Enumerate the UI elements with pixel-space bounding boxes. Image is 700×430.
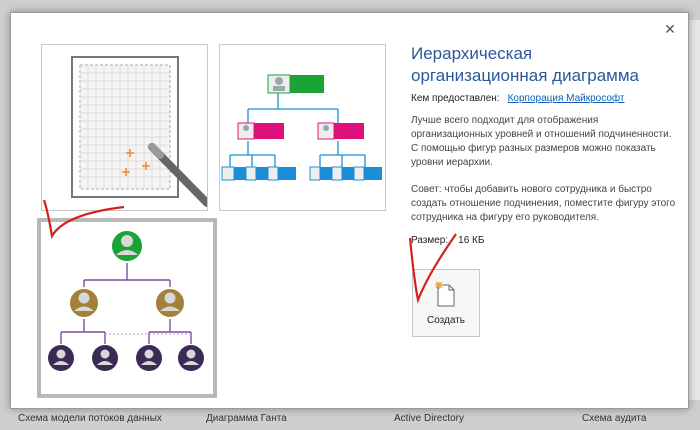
template-title: Иерархическая организационная диаграмма	[411, 44, 639, 85]
grid-pencil-icon	[71, 56, 211, 207]
preview-thumbnail-hierarchical-orgchart[interactable]	[37, 218, 217, 398]
template-description: Лучше всего подходит для отображения орг…	[411, 115, 672, 168]
bg-template-label[interactable]: Active Directory	[394, 413, 464, 424]
size-value: 16 КБ	[458, 235, 485, 246]
create-button-label: Создать	[426, 315, 465, 326]
bg-template-label[interactable]: Схема модели потоков данных	[18, 413, 162, 424]
provider-label: Кем предоставлен:	[411, 93, 500, 104]
preview-thumbnail-colored-orgchart[interactable]	[219, 44, 386, 211]
preview-thumbnail-blank[interactable]	[41, 44, 211, 211]
bg-template-label[interactable]: Диаграмма Ганта	[206, 413, 287, 424]
size-label: Размер:	[411, 235, 449, 246]
template-preview-dialog: ✕ Иерархическая организационная диаграмм…	[10, 12, 689, 409]
size-row: Размер: 16 КБ	[411, 235, 484, 246]
provider-row: Кем предоставлен: Корпорация Майкрософт	[411, 93, 624, 104]
org-chart-hierarchical-icon	[48, 229, 204, 371]
create-button[interactable]: Создать	[412, 269, 480, 337]
org-chart-colored-icon	[221, 74, 382, 181]
close-icon[interactable]: ✕	[662, 21, 678, 37]
provider-link[interactable]: Корпорация Майкрософт	[508, 93, 625, 104]
new-document-icon	[435, 282, 455, 307]
bg-template-label[interactable]: Схема аудита	[582, 413, 646, 424]
template-tip: Совет: чтобы добавить нового сотрудника …	[411, 184, 676, 223]
